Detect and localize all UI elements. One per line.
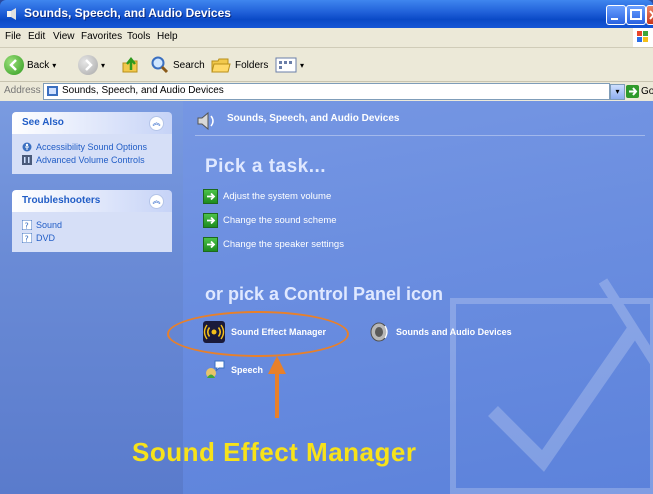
svg-text:?: ? bbox=[25, 221, 29, 230]
speech-item[interactable]: Speech bbox=[203, 359, 263, 381]
search-label: Search bbox=[173, 59, 205, 71]
windows-logo-icon bbox=[633, 28, 653, 47]
speech-icon bbox=[206, 360, 225, 378]
category-title: Sounds, Speech, and Audio Devices bbox=[227, 113, 400, 124]
pointer-arrow-icon bbox=[268, 356, 286, 418]
forward-dropdown-icon[interactable]: ▾ bbox=[101, 61, 105, 70]
maximize-icon bbox=[630, 9, 642, 20]
menu-edit[interactable]: Edit bbox=[28, 31, 45, 42]
see-also-body: Accessibility Sound Options Advanced Vol… bbox=[12, 134, 172, 174]
minimize-button[interactable] bbox=[606, 5, 626, 25]
task-adjust-system-volume[interactable]: Adjust the system volume bbox=[203, 188, 331, 204]
go-button[interactable]: Go bbox=[626, 83, 653, 99]
back-arrow-icon bbox=[4, 55, 24, 75]
address-input[interactable]: Sounds, Speech, and Audio Devices bbox=[43, 83, 610, 100]
collapse-chevron-icon[interactable]: ︽ bbox=[149, 116, 164, 131]
task-label: Change the speaker settings bbox=[223, 238, 344, 250]
task-arrow-icon bbox=[203, 236, 218, 252]
menu-file[interactable]: File bbox=[5, 31, 21, 42]
address-label: Address bbox=[4, 85, 41, 96]
sounds-and-audio-devices-item[interactable]: Sounds and Audio Devices bbox=[368, 321, 512, 343]
address-value: Sounds, Speech, and Audio Devices bbox=[62, 85, 224, 96]
help-icon: ? bbox=[22, 219, 32, 230]
see-also-panel: See Also ︽ Accessibility Sound Options A… bbox=[12, 112, 172, 174]
control-panel-icon bbox=[47, 86, 58, 96]
speaker-icon bbox=[370, 322, 388, 342]
menu-help[interactable]: Help bbox=[157, 31, 178, 42]
forward-arrow-icon bbox=[78, 55, 98, 75]
link-advanced-volume-controls[interactable]: Advanced Volume Controls bbox=[22, 153, 162, 166]
close-button[interactable] bbox=[646, 5, 653, 25]
sound-app-icon bbox=[7, 8, 16, 20]
minimize-icon bbox=[611, 18, 618, 20]
folders-icon bbox=[211, 58, 231, 73]
cp-item-label: Speech bbox=[231, 365, 264, 375]
pick-control-panel-icon-heading: or pick a Control Panel icon bbox=[205, 284, 444, 304]
views-button[interactable]: ▾ bbox=[275, 54, 304, 76]
divider bbox=[195, 135, 645, 136]
link-sound-troubleshooter[interactable]: ? Sound bbox=[22, 218, 162, 231]
task-label: Adjust the system volume bbox=[223, 190, 332, 202]
sounds-category-icon bbox=[197, 111, 214, 131]
go-arrow-icon bbox=[626, 84, 639, 98]
content-area: Sounds, Speech, and Audio Devices Pick a… bbox=[183, 101, 653, 494]
troubleshooters-title: Troubleshooters bbox=[22, 195, 101, 206]
views-icon bbox=[275, 57, 297, 73]
forward-button[interactable]: ▾ bbox=[78, 54, 105, 76]
link-label: Sound bbox=[36, 219, 63, 230]
task-arrow-icon bbox=[203, 188, 218, 204]
explorer-window: Sounds, Speech, and Audio Devices File E… bbox=[0, 0, 653, 494]
address-bar: Address Sounds, Speech, and Audio Device… bbox=[0, 82, 653, 102]
back-button[interactable]: Back ▾ bbox=[4, 54, 56, 76]
volume-control-icon bbox=[22, 154, 32, 165]
see-also-header[interactable]: See Also ︽ bbox=[12, 112, 172, 134]
folders-button[interactable]: Folders bbox=[210, 54, 268, 76]
svg-text:?: ? bbox=[25, 234, 29, 243]
see-also-title: See Also bbox=[22, 117, 64, 128]
link-dvd-troubleshooter[interactable]: ? DVD bbox=[22, 231, 162, 244]
search-button[interactable]: Search bbox=[150, 54, 205, 76]
task-change-speaker-settings[interactable]: Change the speaker settings bbox=[203, 236, 344, 252]
cp-item-label: Sounds and Audio Devices bbox=[396, 327, 512, 337]
back-label: Back bbox=[27, 59, 50, 71]
up-folder-button[interactable] bbox=[121, 54, 141, 76]
accessibility-icon bbox=[22, 142, 32, 151]
task-change-sound-scheme[interactable]: Change the sound scheme bbox=[203, 212, 337, 228]
pick-a-task-heading: Pick a task... bbox=[205, 156, 327, 177]
back-dropdown-icon[interactable]: ▾ bbox=[52, 61, 56, 70]
address-dropdown-icon[interactable]: ▾ bbox=[610, 84, 625, 100]
up-folder-icon bbox=[122, 56, 138, 73]
toolbar: Back ▾ ▾ Search Folders ▾ bbox=[0, 48, 653, 82]
link-label: Advanced Volume Controls bbox=[36, 154, 145, 165]
troubleshooters-panel: Troubleshooters ︽ ? Sound ? DVD bbox=[12, 190, 172, 252]
troubleshooters-header[interactable]: Troubleshooters ︽ bbox=[12, 190, 172, 212]
task-arrow-icon bbox=[203, 212, 218, 228]
menu-tools[interactable]: Tools bbox=[127, 31, 150, 42]
highlight-ellipse bbox=[167, 311, 349, 357]
link-label: Accessibility Sound Options bbox=[36, 141, 148, 152]
go-label: Go bbox=[641, 85, 653, 97]
title-bar[interactable]: Sounds, Speech, and Audio Devices bbox=[0, 0, 653, 28]
views-dropdown-icon[interactable]: ▾ bbox=[300, 61, 304, 70]
menu-view[interactable]: View bbox=[53, 31, 75, 42]
help-icon: ? bbox=[22, 232, 32, 243]
link-label: DVD bbox=[36, 232, 56, 243]
task-label: Change the sound scheme bbox=[223, 214, 337, 226]
search-icon bbox=[151, 56, 169, 74]
task-pane: See Also ︽ Accessibility Sound Options A… bbox=[0, 101, 183, 494]
folders-label: Folders bbox=[235, 59, 269, 71]
annotation-caption: Sound Effect Manager bbox=[132, 437, 417, 467]
background-watermark bbox=[450, 278, 653, 494]
link-accessibility-sound-options[interactable]: Accessibility Sound Options bbox=[22, 140, 162, 153]
maximize-button[interactable] bbox=[626, 5, 646, 25]
menu-bar: File Edit View Favorites Tools Help bbox=[0, 28, 653, 48]
menu-favorites[interactable]: Favorites bbox=[81, 31, 122, 42]
close-icon bbox=[649, 10, 653, 20]
collapse-chevron-icon[interactable]: ︽ bbox=[149, 194, 164, 209]
troubleshooters-body: ? Sound ? DVD bbox=[12, 212, 172, 252]
window-title: Sounds, Speech, and Audio Devices bbox=[24, 6, 231, 20]
